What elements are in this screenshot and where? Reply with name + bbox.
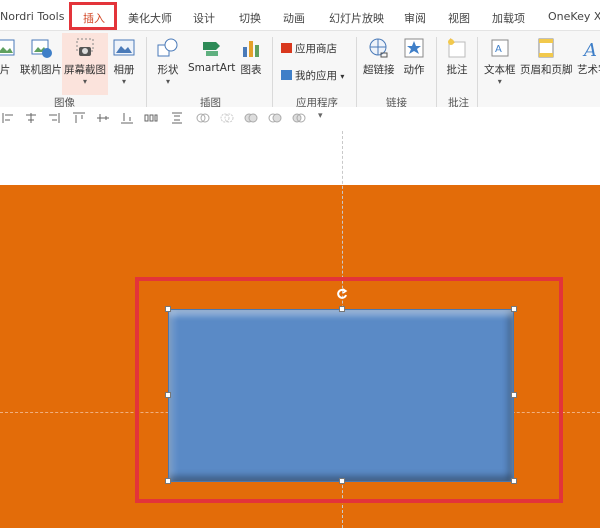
chart-icon [243,41,259,57]
tab-design[interactable]: 设计 [193,10,215,26]
more-chevron-icon[interactable]: ▾ [318,111,332,123]
align-top-icon[interactable] [72,112,86,124]
comment-button[interactable]: 批注 [446,37,468,77]
resize-handle-bottom[interactable] [339,478,345,484]
shapes-label: 形状 [157,64,179,76]
tab-view[interactable]: 视图 [448,10,470,26]
group-separator [477,37,478,107]
ungroup-objects-icon[interactable] [220,112,234,124]
tab-review[interactable]: 审阅 [404,10,426,26]
picture-icon [0,39,15,56]
action-button[interactable]: 动作 [403,37,425,77]
store-icon [281,43,292,53]
picture-label: 片 [0,64,11,76]
resize-handle-bottom-right[interactable] [511,478,517,484]
photo-album-icon [113,39,135,56]
align-middle-icon[interactable] [96,112,110,124]
screenshot-icon [76,38,94,56]
resize-handle-left[interactable] [165,392,171,398]
tab-insert[interactable]: 插入 [83,10,105,26]
online-pictures-label: 联机图片 [20,64,62,76]
comment-icon [448,38,466,58]
screenshot-label: 屏幕截图 [64,64,106,76]
group-separator [146,37,147,107]
align-center-icon[interactable] [24,112,38,124]
resize-handle-top-right[interactable] [511,306,517,312]
chevron-down-icon: ▾ [82,77,87,86]
action-star-icon [404,38,424,58]
header-footer-icon [538,38,554,58]
online-pictures-button[interactable]: 联机图片 [20,37,62,77]
textbox-label: 文本框 [484,64,516,76]
smartart-button[interactable]: SmartArt [188,37,235,74]
subtract-shapes-icon[interactable] [292,112,306,124]
group-separator [436,37,437,107]
my-apps-button[interactable]: 我的应用 ▾ [281,68,344,83]
svg-text:A: A [582,40,597,59]
group-separator [272,37,273,107]
distribute-horizontal-icon[interactable] [144,112,158,124]
tab-nordri-tools[interactable]: Nordri Tools [0,10,64,23]
align-bottom-icon[interactable] [120,112,134,124]
chevron-down-icon: ▾ [165,77,170,86]
action-label: 动作 [403,64,425,76]
group-objects-icon[interactable] [196,112,210,124]
align-right-icon[interactable] [46,112,60,124]
wordart-icon: A [582,40,597,59]
screenshot-button[interactable]: 屏幕截图 ▾ [62,33,108,95]
my-apps-label: 我的应用 [295,70,337,82]
header-footer-label: 页眉和页脚 [520,64,573,76]
ribbon-panel: 片 联机图片 屏幕截图 ▾ 相册 ▾ 图像 形状 ▾ SmartArt 图表 插… [0,30,600,109]
textbox-icon: A [491,39,509,57]
hyperlink-button[interactable]: 超链接 [363,37,395,77]
rectangle-shape[interactable] [168,309,514,482]
store-button[interactable]: 应用商店 [281,41,337,56]
svg-text:A: A [495,44,502,55]
tab-animations[interactable]: 动画 [283,10,305,26]
tab-onekey[interactable]: OneKey X [548,10,600,23]
merge-shapes-icon[interactable] [244,112,258,124]
hyperlink-icon [369,38,388,58]
chevron-down-icon: ▾ [121,77,126,86]
photo-album-label: 相册 [113,64,135,76]
textbox-button[interactable]: A 文本框 ▾ [484,37,516,86]
smartart-icon [202,42,220,56]
resize-handle-bottom-left[interactable] [165,478,171,484]
chart-button[interactable]: 图表 [240,37,262,77]
align-left-icon[interactable] [2,112,16,124]
hyperlink-label: 超链接 [363,64,395,76]
shapes-icon [157,38,178,57]
picture-button[interactable]: 片 [0,37,16,77]
rotate-handle-icon[interactable] [336,288,348,300]
header-footer-button[interactable]: 页眉和页脚 [520,37,573,77]
intersect-shapes-icon[interactable] [268,112,282,124]
online-pictures-icon [31,39,52,58]
ribbon-tab-bar: Nordri Tools 插入 美化大师 设计 切换 动画 幻灯片放映 审阅 视… [0,0,600,34]
smartart-label: SmartArt [188,62,236,74]
tab-addins[interactable]: 加载项 [492,10,525,26]
chart-label: 图表 [240,64,262,76]
tab-slideshow[interactable]: 幻灯片放映 [329,10,384,26]
resize-handle-top[interactable] [339,306,345,312]
shapes-button[interactable]: 形状 ▾ [156,37,180,86]
canvas-margin [0,131,600,185]
my-apps-icon [281,70,292,80]
comment-label: 批注 [446,64,468,76]
wordart-button[interactable]: A 艺术字 [577,37,600,77]
chevron-down-icon: ▾ [340,72,345,81]
store-label: 应用商店 [295,43,337,55]
photo-album-button[interactable]: 相册 ▾ [112,37,136,86]
distribute-vertical-icon[interactable] [170,112,184,124]
tab-transitions[interactable]: 切换 [239,10,261,26]
tab-beautify[interactable]: 美化大师 [128,10,172,26]
chevron-down-icon: ▾ [497,77,502,86]
arrange-toolbar: ▾ [0,107,600,131]
group-separator [356,37,357,107]
resize-handle-right[interactable] [511,392,517,398]
resize-handle-top-left[interactable] [165,306,171,312]
wordart-label: 艺术字 [577,64,600,76]
